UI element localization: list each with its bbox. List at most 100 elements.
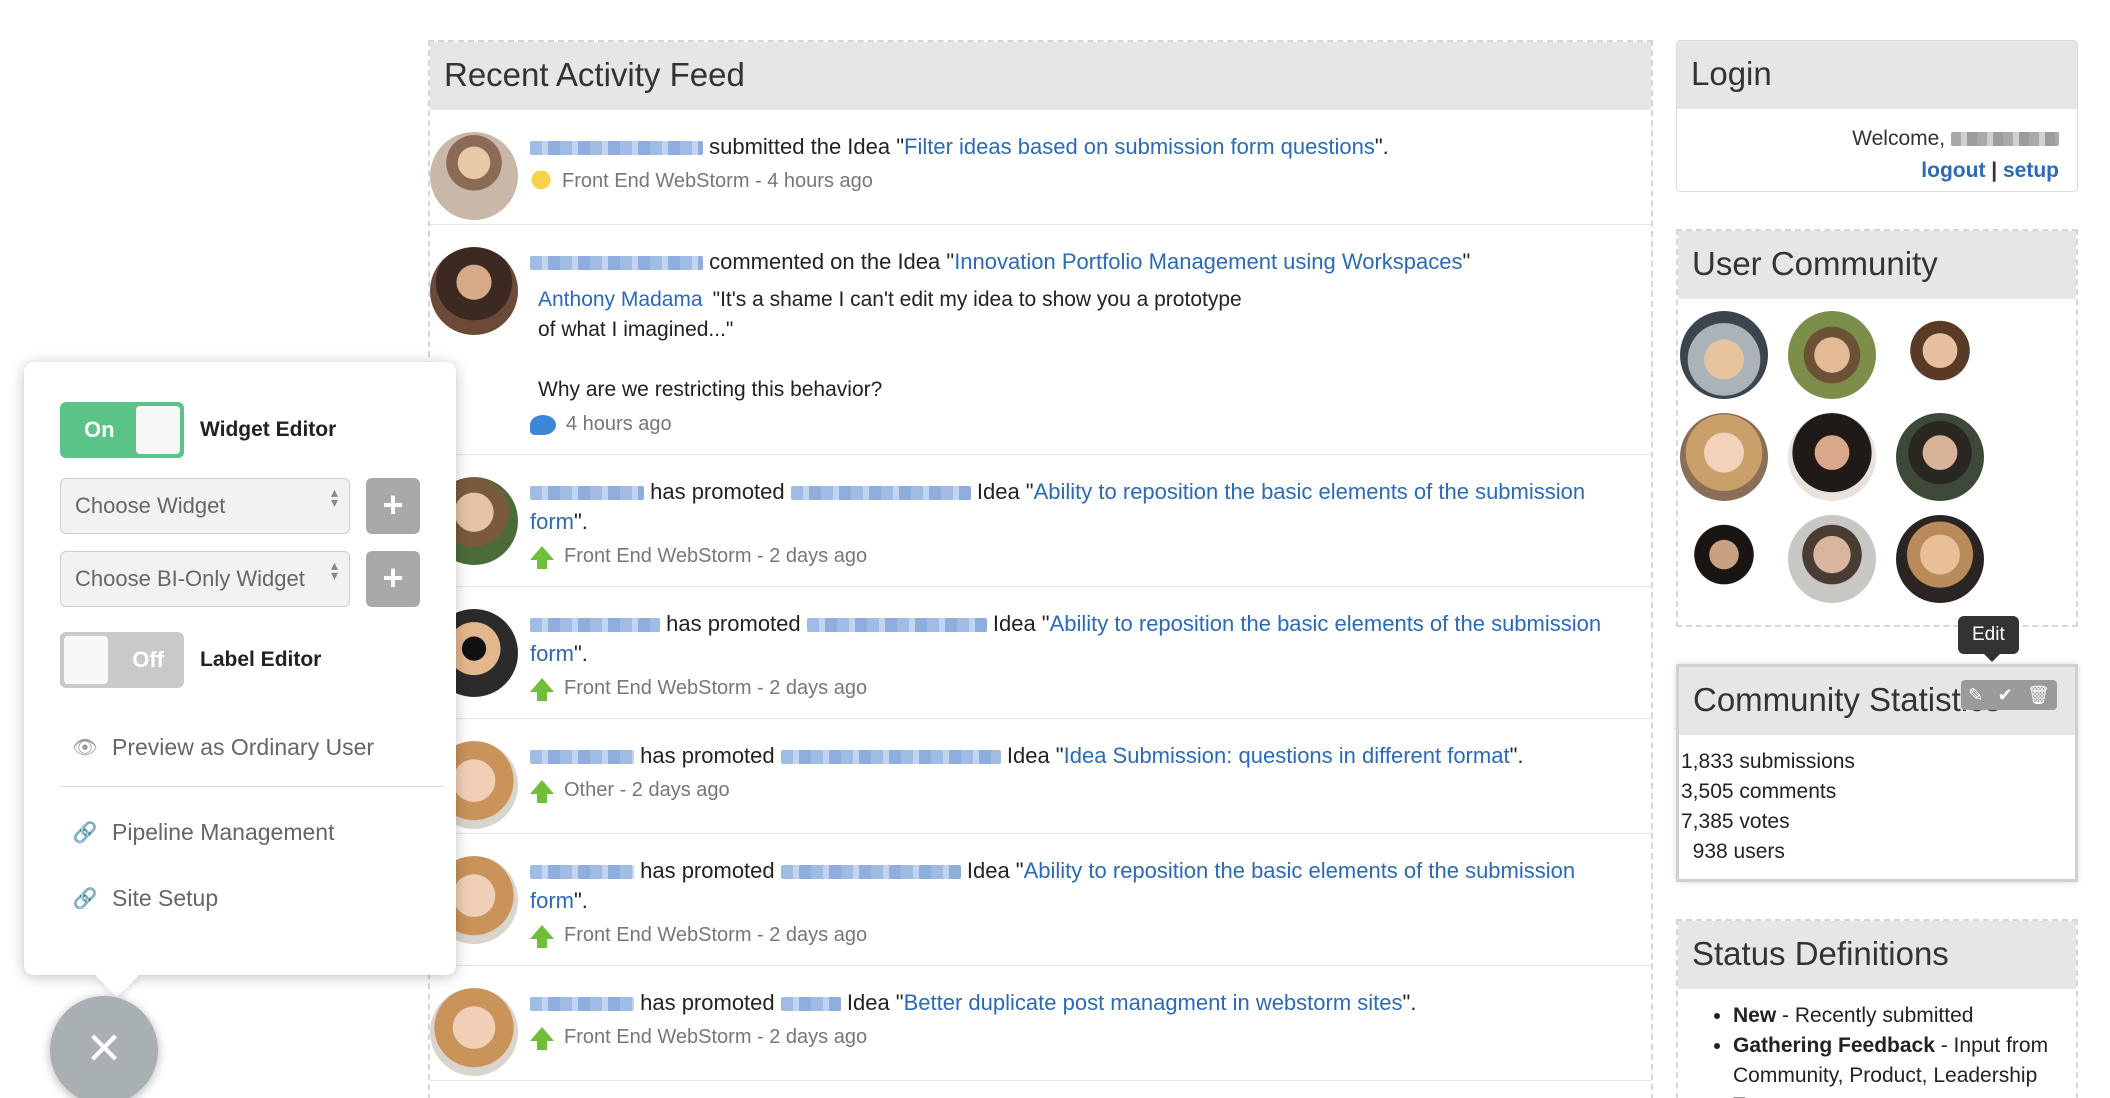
site-setup-link[interactable]: 🔗 Site Setup [72, 885, 219, 912]
redacted-user-link[interactable] [790, 486, 971, 501]
idea-link[interactable]: Idea Submission: questions in different … [1064, 743, 1510, 768]
choose-widget-select[interactable]: Choose Widget [60, 478, 350, 534]
divider [60, 786, 444, 787]
idea-prefix: Idea " [1000, 743, 1064, 768]
widget-toolbar: ✎ ✔ 🗑 [1961, 680, 2057, 710]
redacted-user-link[interactable] [530, 618, 660, 633]
stat-comments: 3,505 comments [1681, 780, 1837, 803]
label-editor-label: Label Editor [200, 648, 322, 671]
redacted-username [1951, 132, 2059, 147]
panel-title: User Community [1678, 231, 2076, 299]
feed-action-text: has promoted [644, 479, 791, 504]
community-avatar[interactable] [1896, 515, 1984, 603]
eye-icon: 👁 [72, 737, 98, 759]
status-name: Gathering Feedback [1733, 1034, 1935, 1057]
check-icon[interactable]: ✔ [1998, 685, 2013, 706]
feed-meta: Front End WebStorm - 2 days ago [564, 545, 868, 567]
edit-tooltip: Edit [1958, 616, 2019, 662]
redacted-user-link[interactable] [530, 141, 703, 156]
user-community-panel: User Community [1676, 229, 2078, 627]
closing-text: ". [1402, 990, 1417, 1015]
feed-item: has promoted Idea "Better duplicate post… [430, 966, 1651, 1081]
redacted-user-link[interactable] [530, 256, 703, 271]
toggle-state: Off [132, 647, 164, 672]
toggle-knob [64, 636, 108, 684]
activity-feed-panel: Recent Activity Feed submitted the Idea … [428, 40, 1653, 1098]
feed-action-text: has promoted [660, 611, 807, 636]
feed-item: has promoted Idea "Ability to reposition… [430, 587, 1651, 719]
redacted-user-link[interactable] [530, 486, 644, 501]
feed-action-text: has promoted [634, 858, 781, 883]
community-avatar[interactable] [1788, 311, 1876, 399]
trash-icon[interactable]: 🗑 [2027, 685, 2050, 706]
choose-bi-widget-select[interactable]: Choose BI-Only Widget [60, 551, 350, 607]
redacted-user-link[interactable] [530, 997, 634, 1012]
add-widget-button[interactable]: + [366, 478, 420, 534]
logout-link[interactable]: logout [1921, 159, 1985, 182]
community-avatar[interactable] [1680, 413, 1768, 501]
redacted-user-link[interactable] [780, 750, 1001, 765]
feed-meta: Front End WebStorm - 2 days ago [564, 1026, 868, 1048]
promote-arrow-icon [530, 924, 554, 948]
status-name: New [1733, 1004, 1777, 1027]
welcome-text: Welcome, [1852, 127, 1946, 150]
toggle-knob [136, 406, 180, 454]
community-avatar[interactable] [1788, 515, 1876, 603]
menu-label: Preview as Ordinary User [112, 734, 375, 760]
edit-pencil-icon[interactable]: ✎ [1968, 685, 1983, 706]
pipeline-management-link[interactable]: 🔗 Pipeline Management [72, 819, 335, 846]
avatar[interactable] [430, 132, 518, 220]
label-editor-toggle[interactable]: Off [60, 632, 184, 688]
redacted-user-link[interactable] [530, 750, 634, 765]
redacted-user-link[interactable] [780, 997, 841, 1012]
community-avatar[interactable] [1680, 311, 1768, 399]
status-definitions-panel: Status Definitions New - Recently submit… [1676, 919, 2078, 1098]
idea-link[interactable]: Innovation Portfolio Management using Wo… [954, 249, 1462, 274]
status-desc: - Recently submitted [1776, 1004, 1974, 1027]
link-icon: 🔗 [72, 888, 98, 910]
choose-widget-row: Choose Widget + [60, 478, 420, 534]
promote-arrow-icon [530, 1026, 554, 1050]
closing-text: ". [574, 509, 588, 534]
community-avatar[interactable] [1896, 413, 1984, 501]
status-item: New - Recently submitted [1733, 1001, 2076, 1031]
feed-action-text: commented on the Idea " [703, 249, 955, 274]
redacted-user-link[interactable] [530, 865, 634, 880]
feed-item: has promoted Idea "Ability to reposition… [430, 455, 1651, 587]
promote-arrow-icon [530, 677, 554, 701]
community-avatar[interactable] [1680, 515, 1768, 603]
feed-item: has promoted Idea "Ability to reposition… [430, 834, 1651, 966]
setup-link[interactable]: setup [2003, 159, 2059, 182]
panel-title: Login [1677, 41, 2077, 109]
stat-submissions: 1,833 submissions [1681, 750, 1855, 773]
separator: | [1985, 159, 2003, 182]
feed-action-text: has promoted [634, 743, 781, 768]
choose-bi-widget-row: Choose BI-Only Widget + [60, 551, 420, 607]
idea-prefix: Idea " [986, 611, 1050, 636]
widget-editor-label: Widget Editor [200, 418, 337, 441]
community-avatar[interactable] [1896, 311, 1984, 399]
redacted-user-link[interactable] [806, 618, 987, 633]
feed-item: commented on the Idea "Innovation Portfo… [430, 225, 1651, 455]
preview-ordinary-user-link[interactable]: 👁 Preview as Ordinary User [72, 734, 374, 761]
feed-item: submitted the Idea "Filter ideas based o… [430, 110, 1651, 225]
speech-bubble-icon [530, 414, 556, 435]
menu-label: Site Setup [112, 885, 219, 911]
feed-action-text: submitted the Idea " [703, 134, 905, 159]
comment-author-link[interactable]: Anthony Madama [538, 288, 703, 311]
idea-link[interactable]: Better duplicate post managment in webst… [904, 990, 1403, 1015]
closing-text: ". [1374, 134, 1389, 159]
community-avatar[interactable] [1788, 413, 1876, 501]
avatar[interactable] [430, 988, 518, 1076]
avatar[interactable] [430, 247, 518, 335]
feed-meta: Front End WebStorm - 4 hours ago [562, 170, 873, 192]
idea-prefix: Idea " [970, 479, 1034, 504]
idea-link[interactable]: Filter ideas based on submission form qu… [904, 134, 1375, 159]
redacted-user-link[interactable] [780, 865, 961, 880]
closing-text: " [1462, 249, 1471, 274]
add-bi-widget-button[interactable]: + [366, 551, 420, 607]
widget-editor-toggle[interactable]: On [60, 402, 184, 458]
panel-title: Status Definitions [1678, 921, 2076, 989]
status-item: Gathering Feedback - Input from Communit… [1733, 1031, 2076, 1098]
close-editor-button[interactable]: × [50, 996, 158, 1098]
